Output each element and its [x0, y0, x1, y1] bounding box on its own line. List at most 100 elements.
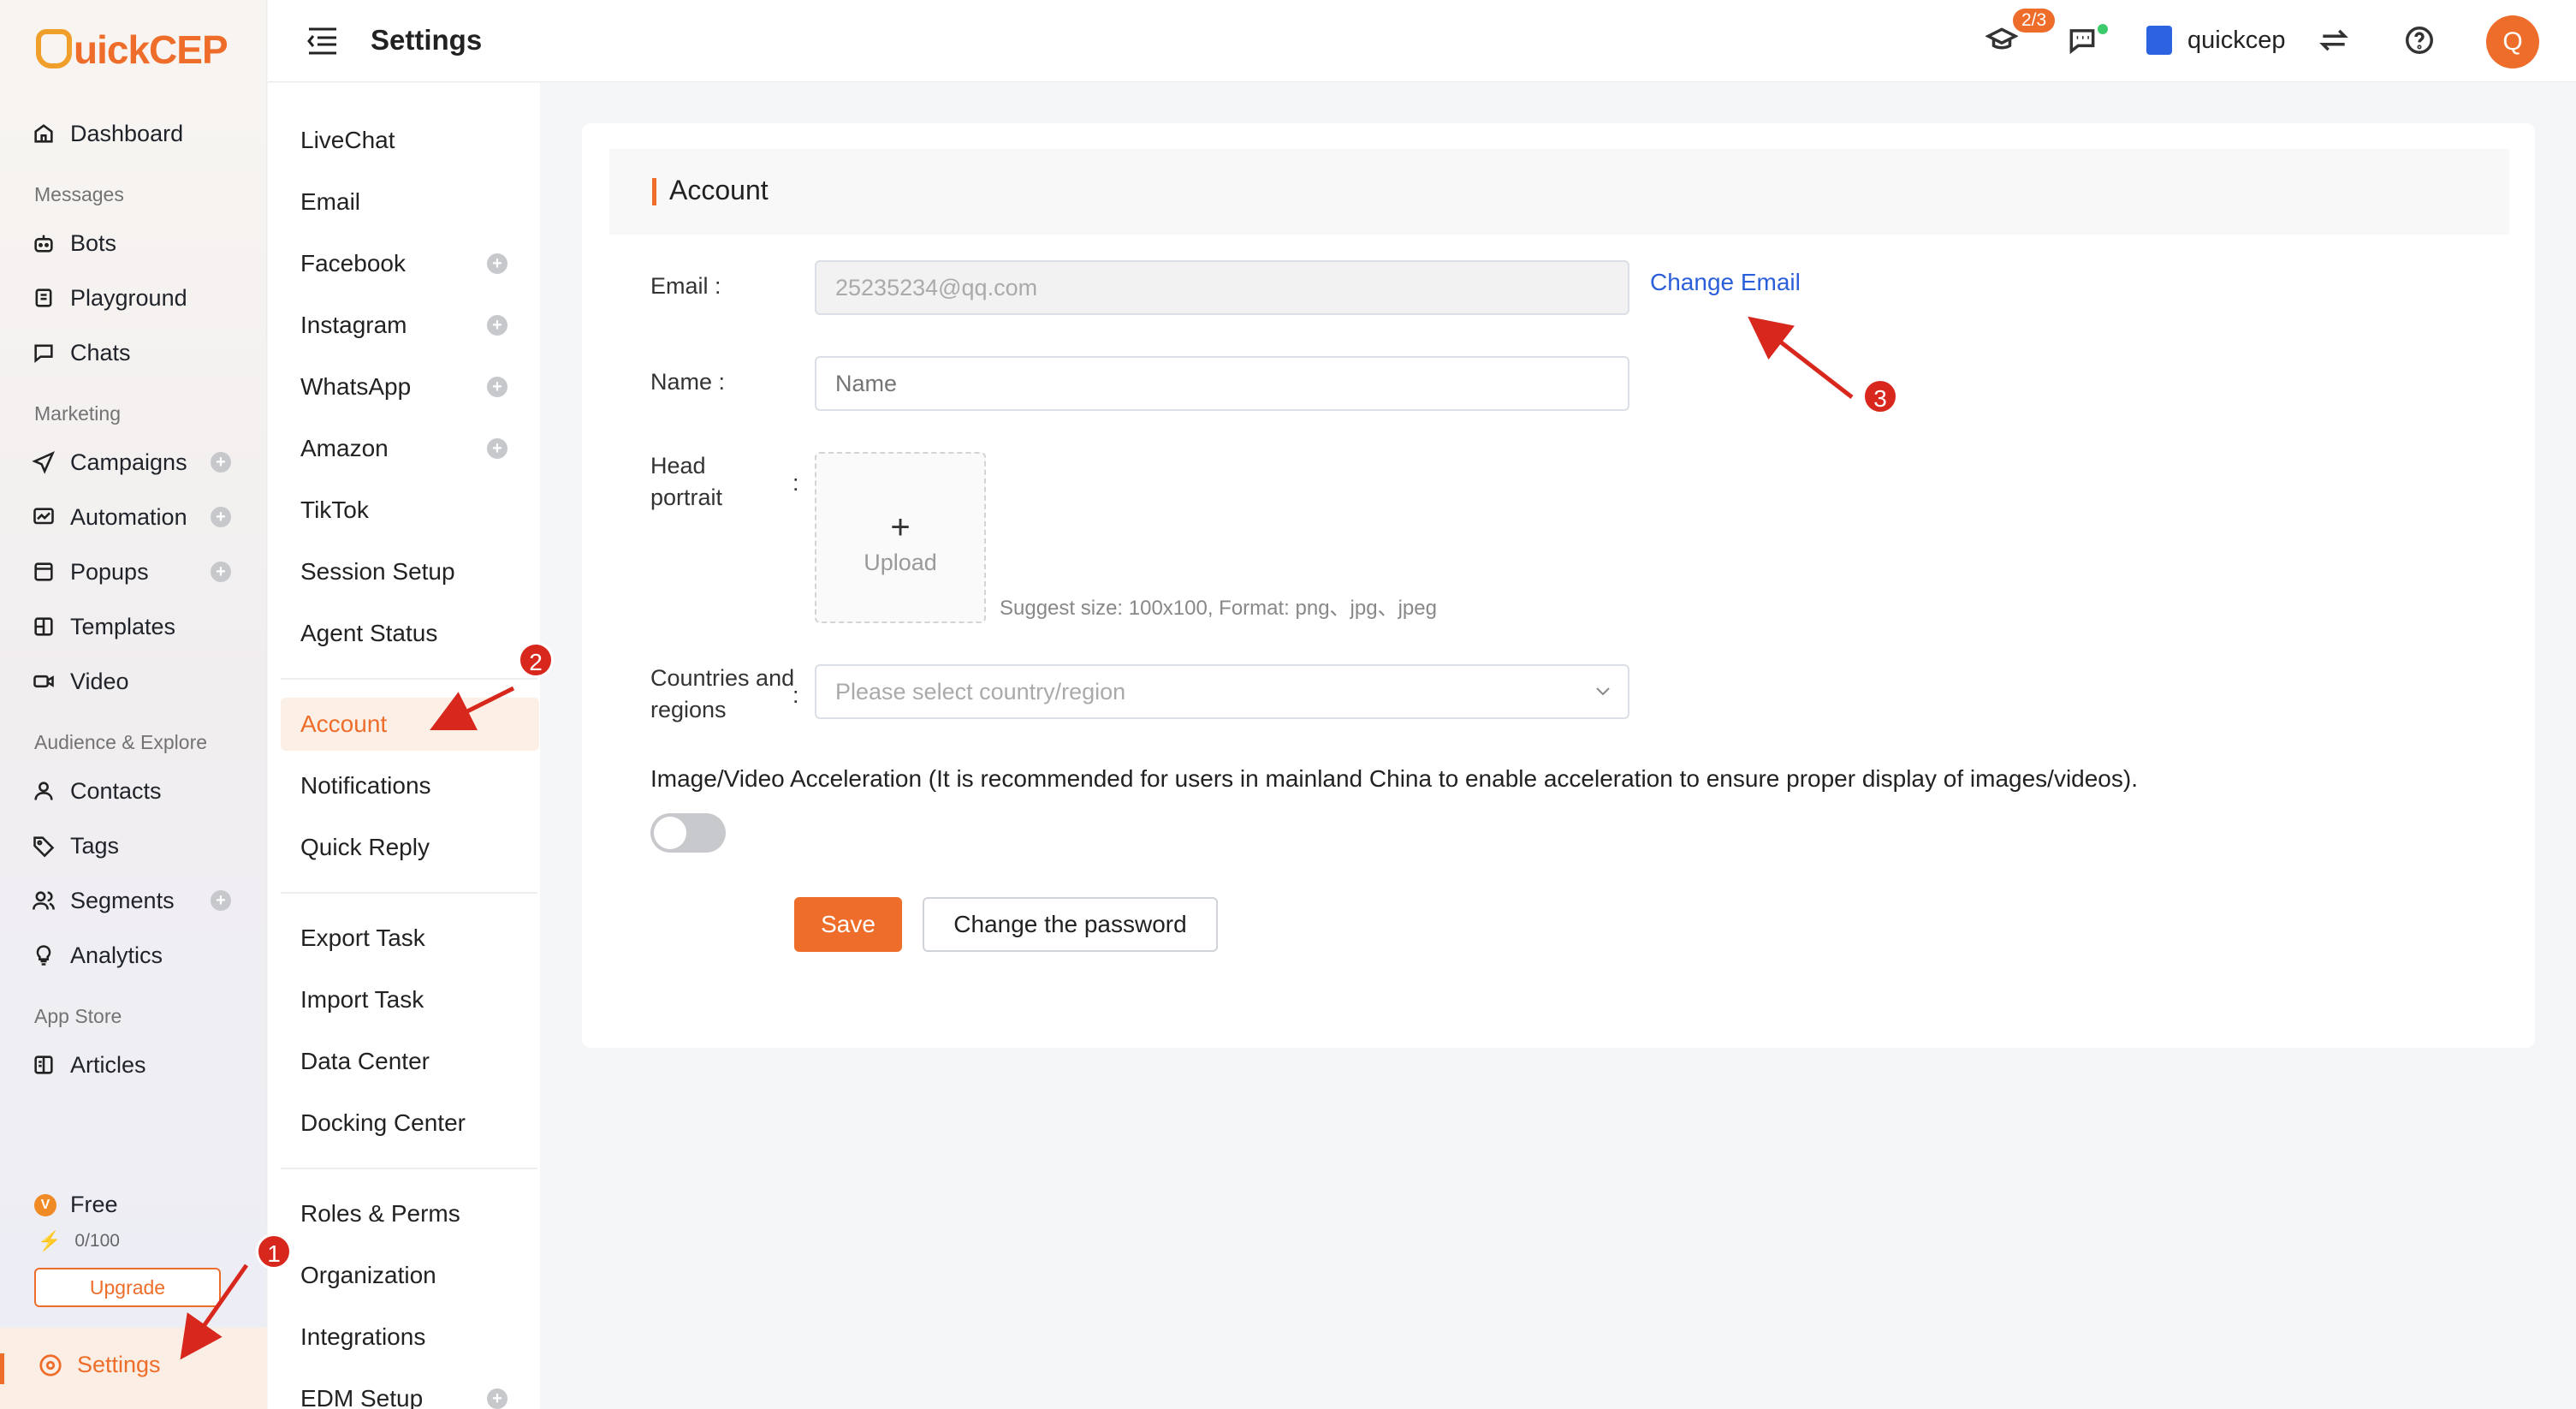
send-icon	[31, 449, 56, 475]
submenu-roles-perms[interactable]: Roles & Perms	[300, 1192, 460, 1235]
bot-icon	[31, 230, 56, 256]
submenu-agent-status[interactable]: Agent Status	[300, 612, 437, 655]
nav-group-audience: Audience & Explore	[34, 731, 208, 753]
sidebar-item-chats[interactable]: Chats	[31, 331, 131, 374]
graduation-cap-icon[interactable]	[1984, 22, 2020, 58]
submenu-account[interactable]: Account	[300, 703, 387, 746]
submenu-whatsapp[interactable]: WhatsApp	[300, 366, 411, 408]
country-select[interactable]: Please select country/region	[815, 664, 1629, 719]
sidebar-item-dashboard[interactable]: Dashboard	[31, 112, 183, 155]
submenu-quick-reply[interactable]: Quick Reply	[300, 826, 430, 869]
sidebar-item-campaigns[interactable]: Campaigns	[31, 441, 187, 484]
playground-icon	[31, 285, 56, 311]
sidebar-item-segments[interactable]: Segments	[31, 879, 175, 922]
nav-group-marketing: Marketing	[34, 402, 121, 425]
section-accent-bar	[652, 178, 656, 205]
tutorial-badge: 2/3	[2013, 9, 2056, 33]
sidebar-item-bots[interactable]: Bots	[31, 222, 116, 265]
user-icon	[31, 778, 56, 804]
submenu-docking-center[interactable]: Docking Center	[300, 1102, 466, 1144]
email-field[interactable]	[815, 260, 1629, 315]
quickcep-logo[interactable]: uickCEP	[36, 24, 229, 73]
submenu-instagram[interactable]: Instagram	[300, 304, 407, 347]
acceleration-toggle[interactable]	[650, 813, 726, 853]
sidebar-item-templates[interactable]: Templates	[31, 605, 175, 648]
change-password-button[interactable]: Change the password	[923, 897, 1218, 952]
submenu-email[interactable]: Email	[300, 181, 360, 223]
plan-info: V Free	[34, 1192, 118, 1218]
book-icon	[31, 1052, 56, 1078]
submenu-organization[interactable]: Organization	[300, 1254, 436, 1297]
nav-group-messages: Messages	[34, 183, 124, 205]
account-card: Account Email : Change Email Name : Head…	[582, 123, 2535, 1048]
submenu-edm-setup[interactable]: EDM Setup	[300, 1377, 423, 1409]
users-icon	[31, 888, 56, 913]
sidebar-item-tags[interactable]: Tags	[31, 824, 119, 867]
submenu-livechat[interactable]: LiveChat	[300, 119, 395, 162]
country-label: Countries and regions	[650, 665, 795, 722]
plan-name: Free	[70, 1192, 118, 1217]
name-field[interactable]	[815, 356, 1629, 411]
bolt-icon: ⚡	[38, 1230, 62, 1251]
submenu-tiktok[interactable]: TikTok	[300, 489, 369, 532]
settings-icon	[39, 1353, 62, 1376]
section-header: Account	[609, 149, 2509, 235]
sidebar-item-analytics[interactable]: Analytics	[31, 934, 163, 977]
popups-plus-icon[interactable]: +	[211, 562, 231, 582]
country-colon: :	[792, 682, 799, 708]
help-icon[interactable]	[2401, 22, 2437, 58]
chat-icon	[31, 340, 56, 366]
automation-plus-icon[interactable]: +	[211, 507, 231, 527]
online-status-dot	[2098, 24, 2108, 34]
portrait-colon: :	[792, 470, 799, 496]
campaigns-plus-icon[interactable]: +	[211, 452, 231, 473]
section-title: Account	[669, 175, 769, 205]
sidebar-item-video[interactable]: Video	[31, 660, 129, 703]
sidebar-item-playground[interactable]: Playground	[31, 276, 187, 319]
switch-icon[interactable]	[2316, 22, 2352, 58]
submenu-facebook[interactable]: Facebook	[300, 242, 406, 285]
sidebar-item-popups[interactable]: Popups	[31, 550, 149, 593]
store-selector[interactable]: quickcep	[2146, 26, 2285, 55]
upload-hint: Suggest size: 100x100, Format: png、jpg、j…	[1000, 597, 1437, 620]
sidebar-item-articles[interactable]: Articles	[31, 1043, 146, 1086]
plus-icon: +	[890, 508, 911, 546]
submenu-export-task[interactable]: Export Task	[300, 917, 425, 960]
popup-icon	[31, 559, 56, 585]
change-email-link[interactable]: Change Email	[1650, 269, 1801, 296]
facebook-plus-icon[interactable]: +	[487, 253, 507, 274]
menu-collapse-icon[interactable]	[306, 26, 338, 56]
instagram-plus-icon[interactable]: +	[487, 315, 507, 336]
submenu-divider	[281, 1168, 537, 1169]
message-icon[interactable]	[2064, 22, 2100, 58]
save-button[interactable]: Save	[794, 897, 902, 952]
main-sidebar: uickCEP Dashboard Messages Bots Playgrou…	[0, 0, 267, 1409]
plan-quota: ⚡ 0/100	[38, 1230, 120, 1251]
portrait-upload[interactable]: + Upload	[815, 452, 986, 623]
edm-plus-icon[interactable]: +	[487, 1388, 507, 1409]
amazon-plus-icon[interactable]: +	[487, 438, 507, 459]
submenu-data-center[interactable]: Data Center	[300, 1040, 430, 1083]
avatar[interactable]: Q	[2486, 15, 2539, 68]
chevron-down-icon	[1596, 687, 1610, 696]
submenu-amazon[interactable]: Amazon	[300, 427, 389, 470]
step-1-marker: 1	[256, 1234, 292, 1269]
upgrade-button[interactable]: Upgrade	[34, 1268, 221, 1307]
bulb-icon	[31, 942, 56, 968]
toggle-knob	[654, 817, 686, 849]
shopping-bag-icon	[2146, 26, 2172, 55]
submenu-integrations[interactable]: Integrations	[300, 1316, 425, 1358]
name-label: Name :	[650, 369, 726, 395]
sidebar-item-contacts[interactable]: Contacts	[31, 770, 162, 812]
page-title: Settings	[371, 24, 483, 56]
whatsapp-plus-icon[interactable]: +	[487, 377, 507, 397]
acceleration-description: Image/Video Acceleration (It is recommen…	[650, 765, 2138, 792]
submenu-session-setup[interactable]: Session Setup	[300, 550, 455, 593]
template-icon	[31, 614, 56, 639]
submenu-notifications[interactable]: Notifications	[300, 764, 431, 807]
segments-plus-icon[interactable]: +	[211, 890, 231, 911]
submenu-import-task[interactable]: Import Task	[300, 978, 424, 1021]
sidebar-item-settings[interactable]: Settings	[0, 1327, 267, 1409]
coin-icon: V	[34, 1193, 56, 1216]
sidebar-item-automation[interactable]: Automation	[31, 496, 187, 538]
